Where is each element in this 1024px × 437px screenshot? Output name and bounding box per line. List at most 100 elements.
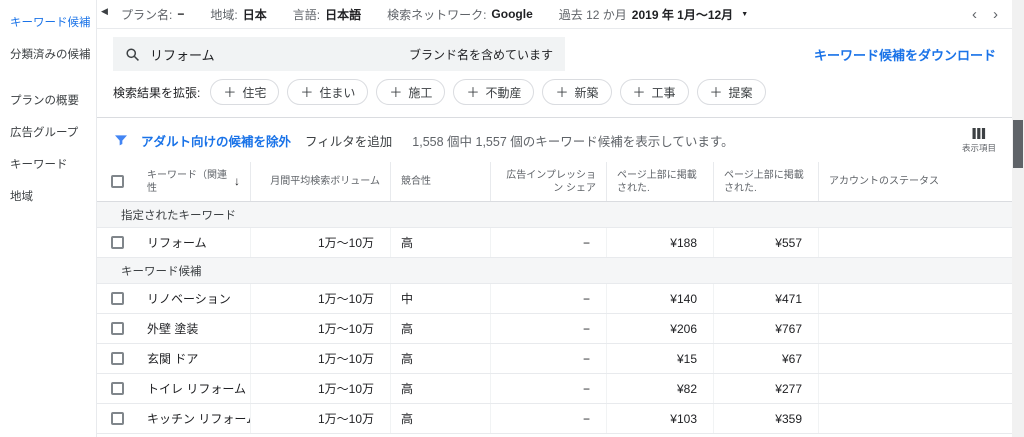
- impression-share-cell: −: [491, 228, 607, 257]
- impression-share-cell: −: [491, 284, 607, 313]
- table-row: リフォーム 1万〜10万 高 − ¥188 ¥557: [97, 228, 1012, 258]
- filter-bar: アダルト向けの候補を除外 フィルタを追加 1,558 個中 1,557 個のキー…: [97, 118, 1012, 162]
- date-range-value: 2019 年 1月〜12月: [631, 7, 734, 22]
- row-checkbox[interactable]: [110, 322, 124, 335]
- row-checkbox[interactable]: [110, 382, 124, 395]
- sidebar-item-locations[interactable]: 地域: [0, 180, 96, 212]
- row-checkbox[interactable]: [110, 236, 124, 249]
- expand-chip-sumai[interactable]: ＋ 住まい: [287, 79, 369, 105]
- expand-chip-fudousan[interactable]: ＋ 不動産: [453, 79, 535, 105]
- header-keyword[interactable]: キーワード（関連性 ↓: [137, 162, 251, 201]
- table-row: リノベーション 1万〜10万 中 − ¥140 ¥471: [97, 284, 1012, 314]
- volume-cell: 1万〜10万: [251, 284, 391, 313]
- chip-label: 新築: [574, 85, 599, 100]
- volume-cell: 1万〜10万: [251, 314, 391, 343]
- date-range-label: 過去 12 か月: [558, 7, 627, 22]
- language-setting[interactable]: 言語: 日本語: [293, 6, 361, 23]
- row-checkbox[interactable]: [110, 292, 124, 305]
- header-top-of-page-bid-low[interactable]: ページ上部に掲載された.: [607, 162, 714, 201]
- columns-button[interactable]: 表示項目: [962, 127, 996, 154]
- add-filter-button[interactable]: フィルタを追加: [305, 131, 392, 150]
- plus-icon: ＋: [709, 84, 723, 100]
- expand-search-row: 検索結果を拡張: ＋ 住宅 ＋ 住まい ＋ 施工 ＋ 不動産 ＋ 新築 ＋ 工事 ＋ 提案: [97, 77, 1012, 117]
- vertical-scrollbar[interactable]: [1012, 0, 1024, 437]
- header-avg-monthly-searches[interactable]: 月間平均検索ボリューム: [251, 162, 391, 201]
- expand-chip-sekou[interactable]: ＋ 施工: [376, 79, 446, 105]
- account-status-cell: [819, 314, 1012, 343]
- checkbox-cell: [97, 284, 137, 313]
- top-of-page-low-cell: ¥188: [607, 228, 714, 257]
- sidebar-collapse-icon[interactable]: ◀: [101, 7, 108, 16]
- chip-label: 工事: [651, 85, 676, 100]
- header-top-of-page-bid-high[interactable]: ページ上部に掲載された.: [714, 162, 819, 201]
- expand-chip-teian[interactable]: ＋ 提案: [696, 79, 766, 105]
- search-icon: [126, 47, 139, 61]
- top-of-page-high-cell: ¥277: [714, 374, 819, 403]
- date-range-pager: ‹ ›: [972, 7, 998, 22]
- expand-chip-kouji[interactable]: ＋ 工事: [619, 79, 689, 105]
- sidebar-item-keywords[interactable]: キーワード: [0, 148, 96, 180]
- impression-share-cell: −: [491, 314, 607, 343]
- location-setting[interactable]: 地域: 日本: [210, 6, 266, 23]
- row-checkbox[interactable]: [110, 352, 124, 365]
- download-keyword-ideas-link[interactable]: キーワード候補をダウンロード: [814, 45, 996, 64]
- competition-cell: 高: [391, 374, 491, 403]
- scrollbar-thumb[interactable]: [1013, 120, 1023, 168]
- brand-note: ブランド名を含めています: [408, 47, 553, 62]
- header-ad-impression-share[interactable]: 広告インプレッション シェア: [491, 162, 607, 201]
- header-competition[interactable]: 競合性: [391, 162, 491, 201]
- keyword-cell: キッチン リフォーム: [137, 404, 251, 433]
- competition-cell: 高: [391, 404, 491, 433]
- date-range-dropdown[interactable]: 過去 12 か月 2019 年 1月〜12月 ▼: [559, 6, 748, 23]
- plan-name-value: −: [177, 7, 185, 21]
- top-of-page-low-cell: ¥103: [607, 404, 714, 433]
- account-status-cell: [819, 404, 1012, 433]
- filter-funnel-icon: [115, 135, 127, 146]
- competition-cell: 高: [391, 314, 491, 343]
- expand-chip-shinchiku[interactable]: ＋ 新築: [542, 79, 612, 105]
- header-keyword-label: キーワード（関連性: [147, 169, 227, 194]
- columns-icon: [972, 127, 986, 139]
- sidebar-item-grouped-ideas[interactable]: 分類済みの候補: [0, 38, 96, 70]
- chip-label: 施工: [408, 85, 433, 100]
- chevron-right-icon[interactable]: ›: [993, 7, 998, 22]
- checkbox-cell: [97, 314, 137, 343]
- select-all-checkbox[interactable]: [110, 175, 124, 188]
- keyword-cell: リノベーション: [137, 284, 251, 313]
- sidebar-item-plan-overview[interactable]: プランの概要: [0, 84, 96, 116]
- account-status-cell: [819, 284, 1012, 313]
- chevron-left-icon[interactable]: ‹: [972, 7, 977, 22]
- plus-icon: ＋: [555, 84, 569, 100]
- keyword-cell: 玄関 ドア: [137, 344, 251, 373]
- expand-chip-juutaku[interactable]: ＋ 住宅: [210, 79, 280, 105]
- top-of-page-low-cell: ¥15: [607, 344, 714, 373]
- exclude-adult-ideas-link[interactable]: アダルト向けの候補を除外: [141, 131, 291, 150]
- row-checkbox[interactable]: [110, 412, 124, 425]
- table-header-row: キーワード（関連性 ↓ 月間平均検索ボリューム 競合性 広告インプレッション シェ…: [97, 162, 1012, 202]
- volume-cell: 1万〜10万: [251, 404, 391, 433]
- chevron-down-icon: ▼: [741, 10, 749, 18]
- sidebar-item-keyword-ideas[interactable]: キーワード候補: [0, 6, 96, 38]
- volume-cell: 1万〜10万: [251, 344, 391, 373]
- sidebar-item-ad-groups[interactable]: 広告グループ: [0, 116, 96, 148]
- competition-cell: 高: [391, 228, 491, 257]
- plus-icon: ＋: [632, 84, 646, 100]
- header-account-status[interactable]: アカウントのステータス: [819, 162, 1012, 201]
- top-of-page-low-cell: ¥82: [607, 374, 714, 403]
- top-of-page-high-cell: ¥557: [714, 228, 819, 257]
- search-row: リフォーム ブランド名を含めています キーワード候補をダウンロード: [97, 29, 1012, 77]
- keyword-cell: 外壁 塗装: [137, 314, 251, 343]
- sidebar: キーワード候補 分類済みの候補 プランの概要 広告グループ キーワード 地域: [0, 0, 97, 437]
- volume-cell: 1万〜10万: [251, 228, 391, 257]
- network-setting[interactable]: 検索ネットワーク: Google: [387, 6, 533, 23]
- chip-label: 提案: [728, 85, 753, 100]
- location-value: 日本: [242, 7, 267, 22]
- plan-name-setting[interactable]: プラン名: −: [121, 6, 184, 23]
- search-input[interactable]: リフォーム ブランド名を含めています: [113, 37, 565, 71]
- plan-name-label: プラン名:: [121, 7, 173, 22]
- top-of-page-high-cell: ¥67: [714, 344, 819, 373]
- settings-bar: プラン名: − 地域: 日本 言語: 日本語 検索ネットワーク: Google …: [97, 0, 1012, 29]
- plus-icon: ＋: [223, 84, 237, 100]
- volume-cell: 1万〜10万: [251, 374, 391, 403]
- search-query-text: リフォーム: [150, 47, 215, 63]
